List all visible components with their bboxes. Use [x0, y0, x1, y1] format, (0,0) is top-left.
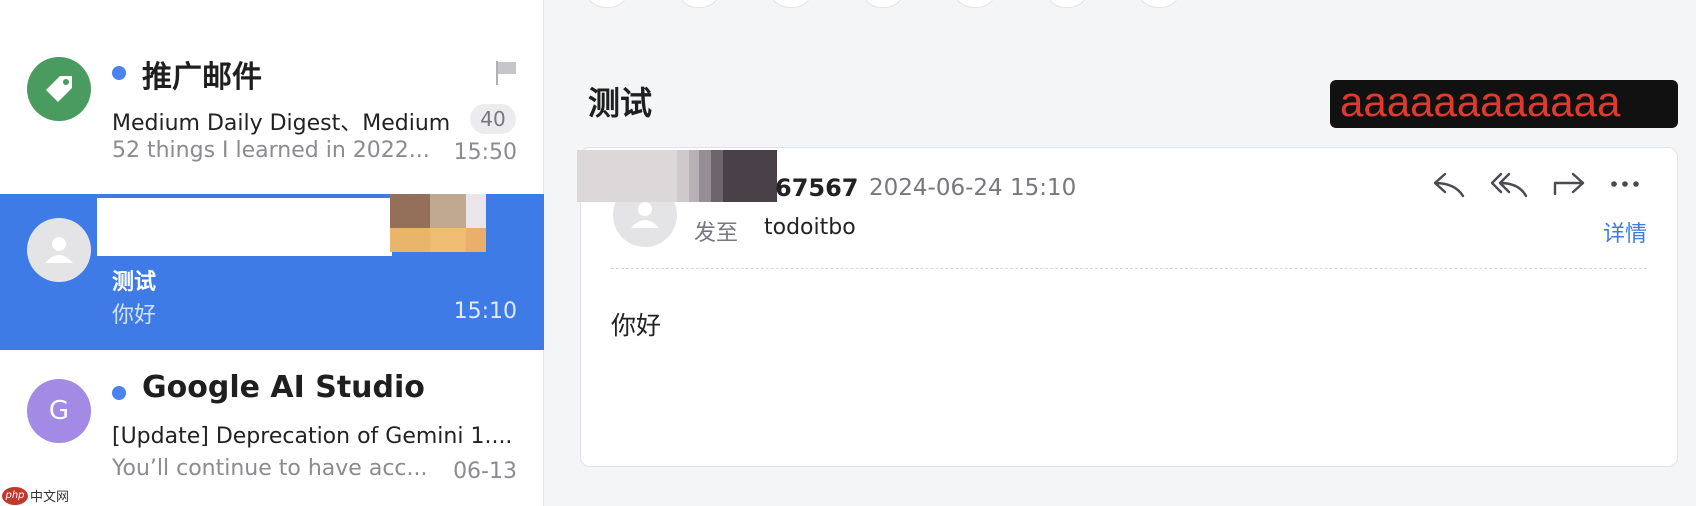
tag-icon: [27, 57, 91, 121]
toolbar-button[interactable]: [953, 0, 997, 8]
person-icon: [27, 218, 91, 282]
toolbar-button[interactable]: [861, 0, 905, 8]
mail-list-item[interactable]: 推广邮件 Medium Daily Digest、Medium 40 52 th…: [0, 0, 544, 194]
mail-preview: 你好: [112, 303, 157, 328]
mail-body: 你好: [611, 311, 662, 340]
toolbar-button[interactable]: [1137, 0, 1181, 8]
watermark: php 中文网: [2, 486, 69, 505]
unread-dot: [112, 66, 126, 80]
forward-icon[interactable]: [1551, 168, 1587, 200]
mail-subject: [Update] Deprecation of Gemini 1....: [112, 424, 513, 449]
watermark-text: 中文网: [30, 490, 70, 505]
toolbar-button[interactable]: [585, 0, 629, 8]
mail-list-item-selected[interactable]: 测试 你好 15:10: [0, 194, 544, 350]
toolbar-button[interactable]: [677, 0, 721, 8]
redaction-pixels: [577, 150, 777, 202]
toolbar-button[interactable]: [1045, 0, 1089, 8]
sent-datetime: 2024-06-24 15:10: [869, 175, 1077, 201]
mail-sender: Google AI Studio: [142, 370, 425, 405]
email-title: 测试: [588, 84, 653, 122]
message-card: 67567 2024-06-24 15:10 发至 todoitbo 详情 你好: [577, 147, 1678, 467]
mail-list: 推广邮件 Medium Daily Digest、Medium 40 52 th…: [0, 0, 544, 506]
reply-all-icon[interactable]: [1489, 168, 1529, 200]
mail-preview: 52 things I learned in 2022...: [112, 138, 430, 163]
recipient: todoitbo: [764, 215, 856, 240]
divider: [611, 268, 1647, 269]
mail-preview: You’ll continue to have acc...: [112, 456, 428, 481]
toolbar-button[interactable]: [769, 0, 813, 8]
unread-dot: [112, 386, 126, 400]
mail-time: 15:10: [453, 299, 517, 324]
mail-time: 06-13: [453, 459, 517, 484]
redaction-pixels: [390, 194, 486, 252]
mail-list-item[interactable]: G Google AI Studio [Update] Deprecation …: [0, 350, 544, 506]
mail-subject: 测试: [112, 270, 157, 295]
redacted-sender: [97, 198, 392, 256]
more-icon[interactable]: [1609, 168, 1641, 200]
to-label: 发至: [694, 221, 739, 246]
mail-subject: Medium Daily Digest、Medium: [112, 111, 451, 136]
sender-avatar: G: [27, 379, 91, 443]
php-logo: php: [2, 486, 28, 505]
mail-sender: 推广邮件: [142, 60, 262, 95]
flag-icon[interactable]: [495, 60, 517, 86]
mail-time: 15:50: [453, 140, 517, 165]
reply-icon[interactable]: [1431, 168, 1467, 200]
count-badge: 40: [470, 104, 516, 134]
sender-name: 67567: [775, 174, 859, 202]
details-link[interactable]: 详情: [1603, 216, 1647, 248]
annotation-badge: aaaaaaaaaaaa: [1330, 80, 1678, 128]
